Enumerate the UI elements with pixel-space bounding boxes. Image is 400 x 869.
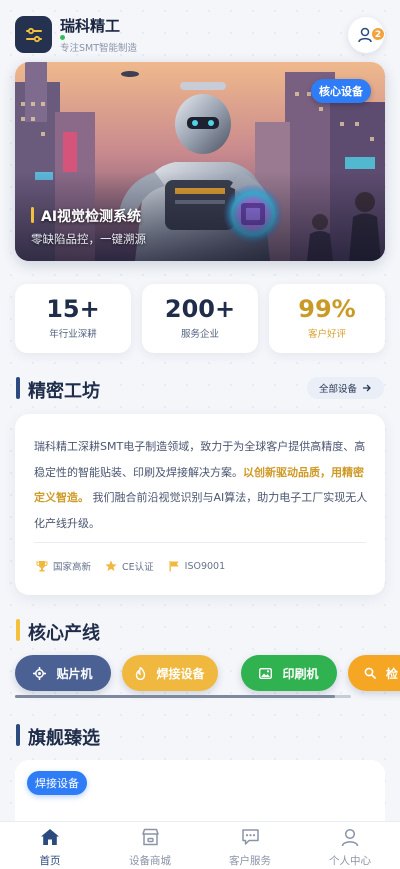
flagship-category-tag[interactable]: 焊接设备: [27, 771, 87, 795]
workshop-section-title: 精密工坊: [28, 381, 100, 402]
home-icon: [41, 829, 59, 845]
badge-label: ISO9001: [184, 560, 226, 572]
tab-customer-service[interactable]: 客户服务: [200, 822, 300, 869]
stat-label: 年行业深耕: [49, 329, 97, 340]
tab-label: 设备商城: [129, 855, 171, 867]
badge-label: 国家高新: [53, 562, 92, 573]
tab-home[interactable]: 首页: [0, 822, 100, 869]
brand-subtitle: 专注SMT智能制造: [60, 43, 138, 54]
all-equipment-label: 全部设备: [318, 384, 357, 395]
badge-ce: CE认证: [105, 559, 154, 573]
stat-value: 15+: [46, 295, 100, 323]
stat-value: 200+: [164, 295, 236, 323]
tab-equipment-mall[interactable]: 设备商城: [100, 822, 200, 869]
banner-tag-core-equipment[interactable]: 核心设备: [311, 79, 371, 103]
horizontal-scrollbar-thumb[interactable]: [15, 695, 335, 698]
magnifier-icon: [364, 667, 376, 679]
app-header: 瑞科精工 专注SMT智能制造 2: [0, 0, 400, 60]
section-accent-bar: [16, 619, 20, 641]
badge-national-hightech: 国家高新: [36, 559, 91, 573]
badge-label: CE认证: [122, 562, 154, 573]
banner-subtitle: 零缺陷品控，一键溯源: [31, 232, 146, 246]
flame-icon: [136, 666, 146, 680]
image-icon: [259, 667, 273, 679]
trophy-icon: [36, 561, 48, 572]
company-intro-card: 瑞科精工深耕SMT电子制造领域，致力于为全球客户提供高精度、高稳定性的智能贴装、…: [15, 414, 385, 595]
section-accent-bar: [16, 724, 20, 746]
flag-icon: [169, 561, 179, 572]
tab-label: 客户服务: [229, 855, 271, 867]
sliders-logo-icon[interactable]: [15, 16, 52, 53]
product-line-label: 检: [386, 666, 399, 681]
notification-badge: 2: [371, 27, 385, 41]
product-line-placement-machine[interactable]: 贴片机: [15, 655, 111, 691]
tab-profile[interactable]: 个人中心: [300, 822, 400, 869]
tab-label: 首页: [39, 855, 61, 867]
product-line-printer[interactable]: 印刷机: [241, 655, 337, 691]
banner-title: AI视觉检测系统: [41, 209, 142, 225]
person-icon: [341, 828, 359, 846]
product-line-label: 贴片机: [56, 666, 93, 681]
product-line-label: 焊接设备: [156, 666, 205, 681]
star-icon: [105, 560, 117, 571]
hero-banner[interactable]: 核心设备 AI视觉检测系统 零缺陷品控，一键溯源: [15, 62, 385, 261]
store-icon: [141, 828, 159, 846]
brand-name: 瑞科精工: [60, 17, 121, 35]
bottom-tab-bar: 首页 设备商城 客户服务 个人中心: [0, 821, 400, 869]
chat-icon: [241, 829, 259, 845]
stat-card-rating: 99% 客户好评: [269, 284, 385, 353]
product-line-label: 印刷机: [282, 666, 319, 681]
product-line-welding[interactable]: 焊接设备: [122, 655, 218, 691]
tab-label: 个人中心: [329, 855, 371, 867]
product-line-inspection[interactable]: 检: [348, 655, 400, 691]
stat-label: 服务企业: [180, 329, 219, 340]
divider: [34, 542, 366, 543]
stat-value: 99%: [298, 295, 356, 323]
all-equipment-button[interactable]: 全部设备: [307, 377, 384, 399]
stat-label: 客户好评: [307, 329, 346, 340]
company-intro-text: 瑞科精工深耕SMT电子制造领域，致力于为全球客户提供高精度、高稳定性的智能贴装、…: [34, 434, 368, 536]
user-notifications-button[interactable]: 2: [348, 17, 385, 53]
certification-badges: 国家高新 CE认证 ISO9001: [36, 559, 225, 573]
gear-icon: [33, 666, 47, 680]
flagship-section-title: 旗舰臻选: [28, 728, 100, 749]
badge-iso: ISO9001: [168, 560, 226, 572]
product-lines-title: 核心产线: [28, 623, 100, 644]
arrow-right-icon: [363, 384, 371, 392]
stat-card-clients: 200+ 服务企业: [142, 284, 258, 353]
stat-card-years: 15+ 年行业深耕: [15, 284, 131, 353]
banner-title-accent: [31, 207, 34, 223]
section-accent-bar: [16, 377, 20, 399]
